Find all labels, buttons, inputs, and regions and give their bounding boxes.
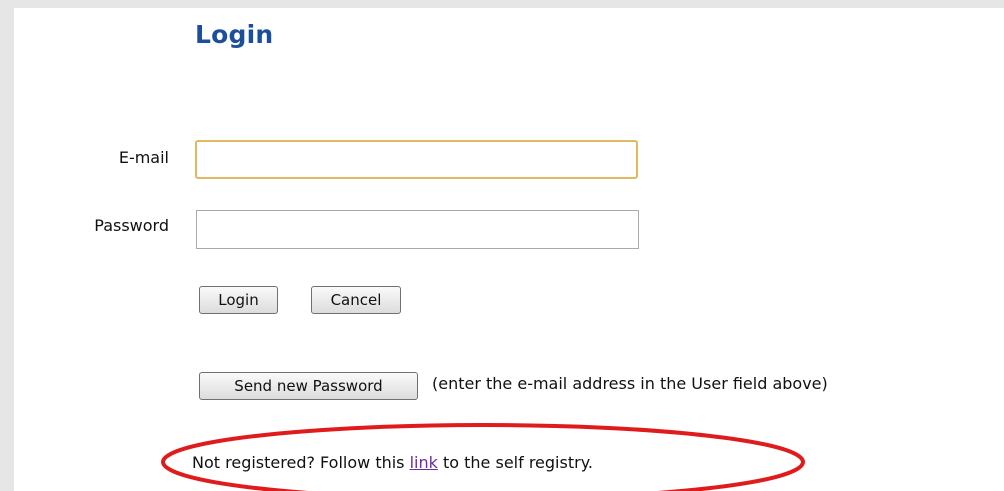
password-field[interactable] xyxy=(196,210,639,249)
self-registry-link[interactable]: link xyxy=(410,453,438,472)
password-label: Password xyxy=(94,216,169,235)
email-field[interactable] xyxy=(195,140,638,179)
cancel-button[interactable]: Cancel xyxy=(311,286,401,314)
send-password-hint: (enter the e-mail address in the User fi… xyxy=(432,374,828,393)
login-button[interactable]: Login xyxy=(199,286,278,314)
self-registry-text: Not registered? Follow this link to the … xyxy=(192,453,593,472)
page-title: Login xyxy=(195,20,274,49)
login-panel xyxy=(14,8,1004,491)
email-label: E-mail xyxy=(118,148,169,167)
viewport: Login E-mail Password Login Cancel Send … xyxy=(0,0,1004,491)
registry-suffix: to the self registry. xyxy=(437,453,593,472)
registry-prefix: Not registered? Follow this xyxy=(192,453,410,472)
send-new-password-button[interactable]: Send new Password xyxy=(199,372,418,400)
